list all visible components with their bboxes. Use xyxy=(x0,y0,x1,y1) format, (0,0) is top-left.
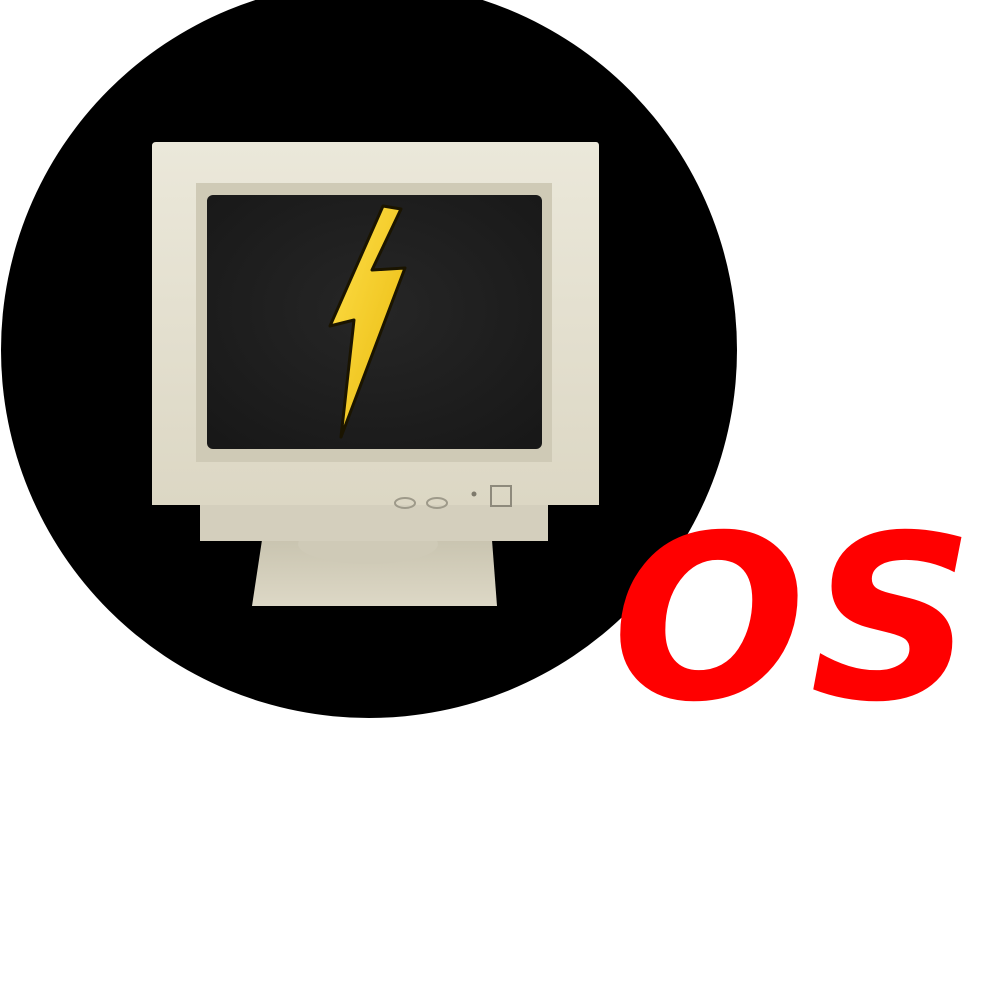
monitor-neck-block xyxy=(200,505,548,541)
logo-wordmark: OS xyxy=(612,486,979,752)
crt-monitor-icon xyxy=(152,142,599,606)
app-logo: OS xyxy=(0,0,1000,1000)
